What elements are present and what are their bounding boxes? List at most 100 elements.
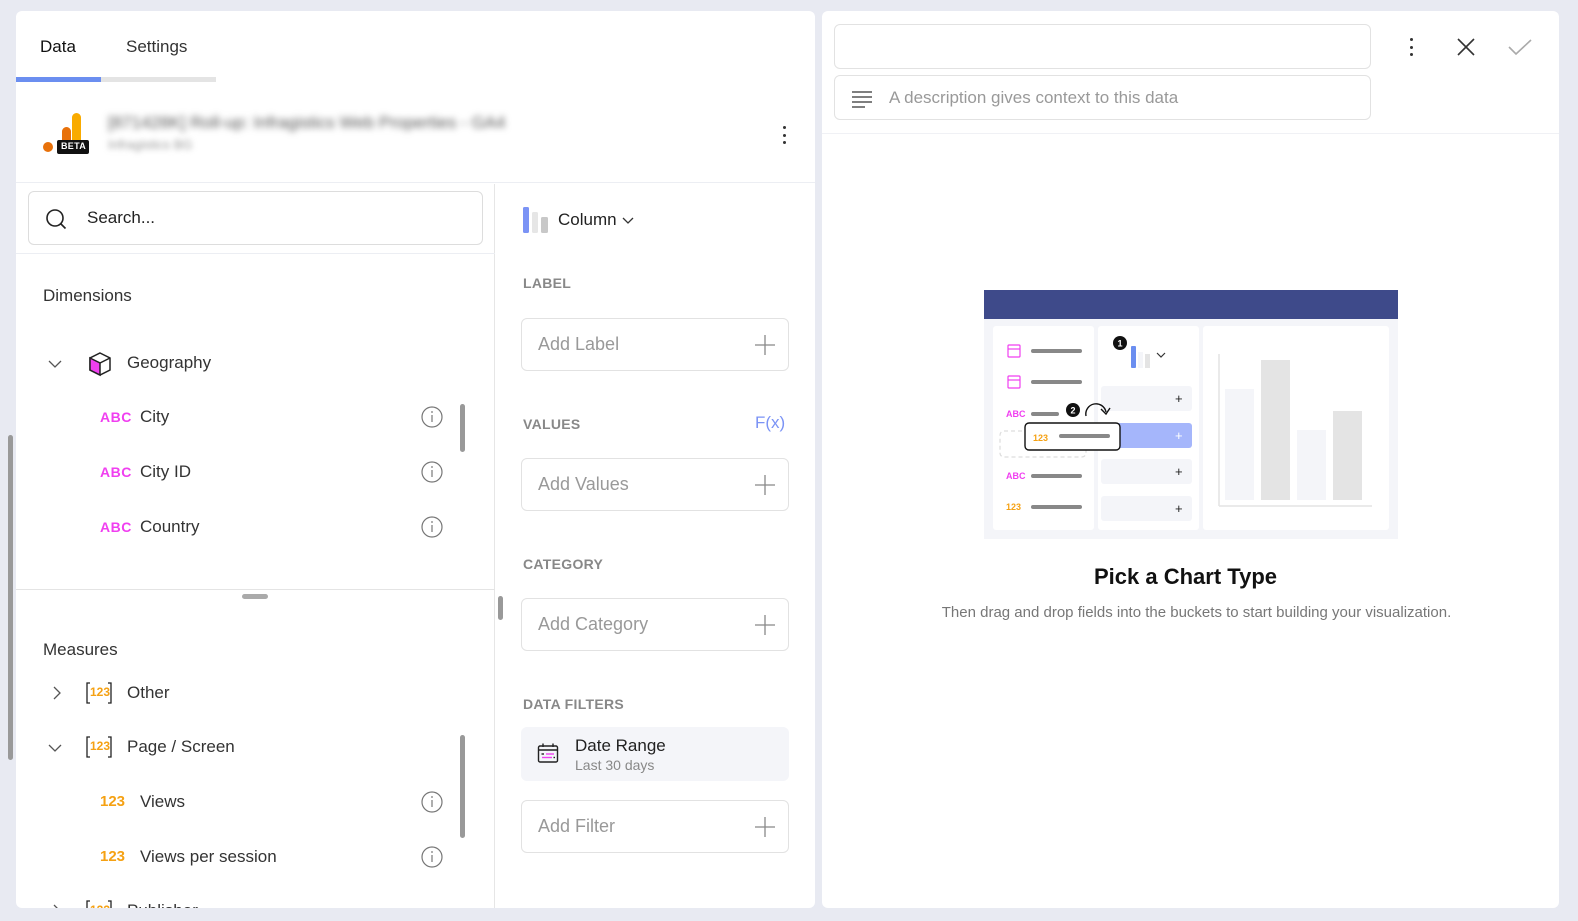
search-icon	[46, 209, 67, 230]
fields-pane: Dimensions Geography ABC City ABC	[16, 184, 495, 908]
datasource-subtitle: Infragistics BG	[108, 137, 193, 152]
group-label: Publisher	[127, 901, 198, 908]
divider	[16, 589, 495, 590]
add-label-bucket[interactable]: Add Label	[521, 318, 789, 371]
empty-state-subtitle: Then drag and drop fields into the bucke…	[941, 604, 1452, 621]
add-values-bucket[interactable]: Add Values	[521, 458, 789, 511]
group-publisher[interactable]: 123 Publisher	[16, 896, 495, 908]
datasource-title: [871428K] Roll-up: Infragistics Web Prop…	[108, 113, 506, 132]
divider	[16, 253, 495, 254]
visualization-title-input[interactable]	[834, 24, 1371, 69]
date-filter-title: Date Range	[575, 736, 666, 755]
group-geography[interactable]: Geography	[16, 348, 495, 378]
group-page-screen[interactable]: 123 Page / Screen	[16, 732, 495, 762]
check-icon[interactable]	[1506, 35, 1534, 59]
field-label: Views	[140, 792, 186, 811]
data-editor-panel: Data Settings BETA [871428K] Roll-up: In…	[16, 11, 815, 908]
chevron-down-icon[interactable]	[48, 741, 62, 755]
svg-text:2: 2	[1071, 406, 1076, 416]
beta-badge: BETA	[61, 141, 87, 151]
datasource-more-button[interactable]	[774, 123, 794, 147]
field-item[interactable]: 123 Views per session	[16, 842, 476, 872]
editor-tabs: Data Settings	[16, 11, 216, 83]
illustration-bar	[1225, 389, 1254, 500]
chevron-down-icon	[622, 217, 634, 224]
resize-handle[interactable]	[242, 594, 268, 599]
info-icon[interactable]	[421, 846, 443, 868]
group-other[interactable]: 123 Other	[16, 678, 495, 708]
field-item[interactable]: ABC City	[16, 402, 476, 432]
measure-group-icon: 123	[86, 682, 112, 704]
measure-type-text: 123	[90, 739, 111, 753]
svg-text:123: 123	[1006, 502, 1021, 512]
abc-type-icon: ABC	[100, 519, 132, 535]
field-item[interactable]: ABC City ID	[16, 457, 476, 487]
description-box	[834, 75, 1371, 120]
tab-data[interactable]: Data	[40, 37, 76, 57]
label-bucket-title: LABEL	[523, 275, 572, 291]
measure-type-text: 123	[90, 903, 110, 908]
pick-chart-illustration: ABC ABC 123 1 + + + + 123 2	[984, 290, 1398, 539]
chevron-right-icon[interactable]	[50, 686, 64, 700]
divider	[822, 133, 1559, 134]
illustration-header	[984, 290, 1398, 319]
description-input[interactable]	[889, 86, 1349, 110]
illustration-bar	[1333, 411, 1362, 500]
svg-text:ABC: ABC	[1006, 409, 1026, 419]
svg-text:ABC: ABC	[1006, 471, 1026, 481]
plus-icon	[755, 817, 775, 837]
info-icon[interactable]	[421, 791, 443, 813]
plus-icon	[755, 475, 775, 495]
dot-icon	[1409, 45, 1413, 49]
add-category-bucket[interactable]: Add Category	[521, 598, 789, 651]
add-filter-bucket[interactable]: Add Filter	[521, 800, 789, 853]
svg-text:123: 123	[1033, 433, 1048, 443]
description-lines-icon	[852, 91, 872, 108]
chart-type-selector[interactable]: Column	[522, 206, 634, 234]
info-icon[interactable]	[421, 406, 443, 428]
chevron-down-icon[interactable]	[48, 357, 62, 371]
measures-scrollbar[interactable]	[460, 735, 465, 838]
abc-type-icon: ABC	[100, 409, 132, 425]
bucket-placeholder: Add Values	[538, 474, 629, 494]
svg-text:+: +	[1175, 501, 1183, 516]
pane-resize-handle[interactable]	[498, 596, 503, 620]
bucket-placeholder: Add Category	[538, 614, 649, 634]
visualization-preview-panel: ABC ABC 123 1 + + + + 123 2	[822, 11, 1559, 908]
illustration-bar	[1297, 430, 1326, 500]
date-range-filter[interactable]: Date Range Last 30 days	[521, 727, 789, 781]
svg-text:1: 1	[1118, 339, 1123, 349]
values-bucket-title: VALUES	[523, 416, 581, 432]
column-chart-icon	[523, 207, 548, 233]
info-icon[interactable]	[421, 461, 443, 483]
info-icon[interactable]	[421, 516, 443, 538]
field-label: Views per session	[140, 847, 277, 866]
dot-icon	[782, 126, 786, 129]
dimensions-scrollbar[interactable]	[460, 404, 465, 452]
svg-text:+: +	[1175, 391, 1183, 406]
abc-type-icon: ABC	[100, 464, 132, 480]
tab-settings[interactable]: Settings	[126, 37, 187, 57]
google-analytics-icon: BETA	[42, 111, 90, 157]
group-label: Other	[127, 683, 170, 702]
search-input[interactable]	[87, 206, 457, 230]
number-type-icon: 123	[100, 848, 126, 865]
group-label: Page / Screen	[127, 737, 235, 756]
field-item[interactable]: 123 Views	[16, 787, 476, 817]
close-icon[interactable]	[1454, 35, 1478, 59]
field-item[interactable]: ABC Country	[16, 512, 476, 542]
formula-button[interactable]: F(x)	[755, 413, 785, 433]
cube-icon	[89, 352, 111, 377]
plus-icon	[755, 335, 775, 355]
bucket-placeholder: Add Label	[538, 334, 620, 354]
chart-type-label: Column	[558, 210, 617, 229]
page-scrollbar[interactable]	[8, 435, 13, 760]
active-tab-indicator	[16, 77, 101, 82]
measures-title: Measures	[43, 640, 118, 659]
chevron-right-icon[interactable]	[50, 904, 64, 908]
number-type-icon: 123	[100, 793, 126, 810]
field-label: City	[140, 407, 170, 426]
empty-state-title-text: Pick a Chart Type	[1094, 564, 1277, 589]
plus-icon	[755, 615, 775, 635]
more-options-button[interactable]	[1401, 35, 1421, 59]
